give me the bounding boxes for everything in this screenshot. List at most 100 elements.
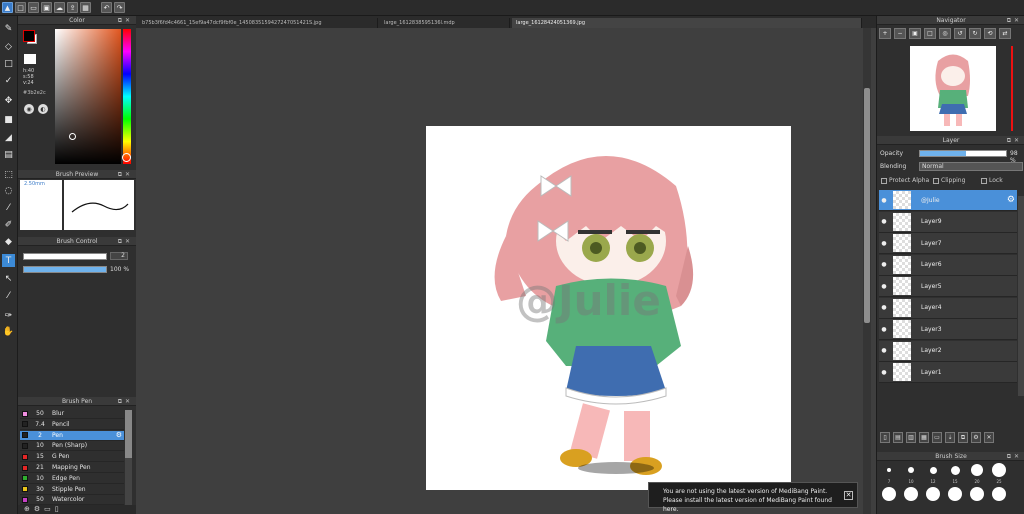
brush-settings-icon[interactable]: ⚙	[34, 505, 40, 514]
visibility-icon[interactable]: ●	[879, 347, 889, 354]
brush-item[interactable]: 50 Blur	[20, 409, 124, 419]
brush-size-preset[interactable]	[948, 487, 962, 501]
layer-scrollbar[interactable]	[1018, 196, 1024, 396]
canvas-scroll-thumb[interactable]	[864, 88, 870, 323]
layer-type-icon[interactable]: ▦	[919, 432, 929, 443]
duplicate-layer-icon[interactable]: ⧉	[958, 432, 968, 443]
protect-alpha-checkbox[interactable]: Protect Alpha	[881, 177, 929, 184]
brush-list-scroll-thumb[interactable]	[125, 410, 132, 458]
divide-tool-icon[interactable]: ✑	[2, 309, 15, 322]
document-tab[interactable]: large_1612838595136l.mdp	[380, 18, 510, 28]
brush-size-preset[interactable]	[992, 487, 1006, 501]
folder-icon[interactable]: ▭	[44, 505, 51, 514]
gear-icon[interactable]: ⚙	[116, 431, 122, 439]
brush-item[interactable]: 50 Watercolor	[20, 495, 124, 506]
new-layer-icon[interactable]: ▯	[880, 432, 890, 443]
brush-item[interactable]: 15 G Pen	[20, 452, 124, 463]
visibility-icon[interactable]: ●	[879, 369, 889, 376]
select-rect-tool-icon[interactable]: □	[2, 57, 15, 70]
visibility-icon[interactable]: ●	[879, 197, 889, 204]
lasso-tool-icon[interactable]: ⬚	[2, 168, 15, 181]
brush-item[interactable]: 2 Pen ⚙	[20, 430, 124, 441]
layer-row[interactable]: ● @Julie ⚙	[879, 190, 1017, 211]
hand-tool-icon[interactable]: ✋	[2, 325, 15, 338]
new-8bit-layer-icon[interactable]: ▥	[906, 432, 916, 443]
panel-window-icons[interactable]: ⧉✕	[1007, 137, 1022, 145]
eraser-tool-icon[interactable]: ◇	[2, 40, 15, 53]
flip-icon[interactable]: ⇄	[999, 28, 1011, 39]
layer-row[interactable]: ● Layer1	[879, 362, 1017, 383]
brush-size-preset[interactable]	[908, 467, 914, 473]
drawing-canvas[interactable]: @Julie	[426, 126, 791, 490]
brush-size-preset[interactable]	[970, 487, 984, 501]
saturation-value-picker[interactable]	[55, 29, 121, 164]
lasso-free-tool-icon[interactable]: ◌	[2, 184, 15, 197]
foreground-color-swatch[interactable]	[23, 30, 35, 42]
brush-size-slider[interactable]	[23, 253, 107, 260]
add-brush-icon[interactable]: ⊕	[24, 505, 30, 514]
brush-item[interactable]: 10 Pen (Sharp)	[20, 441, 124, 452]
brush-item[interactable]: 21 Mapping Pen	[20, 463, 124, 473]
rotate-right-icon[interactable]: ↻	[969, 28, 981, 39]
panel-window-icons[interactable]: ⧉✕	[1007, 453, 1022, 461]
panel-window-icons[interactable]: ⧉✕	[118, 171, 133, 179]
app-icon[interactable]: ▲	[2, 2, 13, 13]
fill-rect-tool-icon[interactable]: ■	[2, 113, 15, 126]
layer-row[interactable]: ● Layer7	[879, 233, 1017, 254]
rotate-reset-icon[interactable]: ⟲	[984, 28, 996, 39]
visibility-icon[interactable]: ●	[879, 218, 889, 225]
visibility-icon[interactable]: ●	[879, 261, 889, 268]
panel-window-icons[interactable]: ⧉✕	[1007, 17, 1022, 25]
open-icon[interactable]: ▭	[28, 2, 39, 13]
brush-size-preset[interactable]	[882, 487, 896, 501]
lock-checkbox[interactable]: Lock	[981, 177, 1003, 184]
panel-window-icons[interactable]: ⧉✕	[118, 238, 133, 246]
brush-size-preset[interactable]	[992, 463, 1006, 477]
redo-icon[interactable]: ↷	[114, 2, 125, 13]
grid-icon[interactable]: ▦	[80, 2, 91, 13]
brush-size-preset[interactable]	[887, 468, 891, 472]
actual-size-icon[interactable]: □	[924, 28, 936, 39]
brush-tool-icon[interactable]: ✎	[2, 22, 15, 35]
panel-window-icons[interactable]: ⧉✕	[118, 398, 133, 406]
brush-size-value[interactable]: 2	[110, 252, 128, 260]
operation-tool-icon[interactable]: ↖	[2, 272, 15, 285]
clipping-checkbox[interactable]: Clipping	[933, 177, 965, 184]
layer-opacity-slider[interactable]	[919, 150, 1007, 157]
share-icon[interactable]: ⇪	[67, 2, 78, 13]
canvas-area[interactable]: @Julie You are not using the latest vers…	[136, 28, 876, 514]
brush-size-preset[interactable]	[950, 465, 960, 475]
delete-layer-icon[interactable]: ✕	[984, 432, 994, 443]
brush-size-preset[interactable]	[929, 466, 937, 474]
update-notice[interactable]: You are not using the latest version of …	[648, 482, 858, 513]
layer-row[interactable]: ● Layer2	[879, 340, 1017, 362]
hue-slider[interactable]	[123, 29, 131, 164]
select-magic-tool-icon[interactable]: ✓	[2, 74, 15, 87]
document-tab[interactable]: large_16128424051369.jpg	[512, 18, 862, 28]
document-tab[interactable]: b75b3f6fd4c4661_15ef9a47dcf9fbf0e_145083…	[138, 18, 378, 28]
gear-icon[interactable]: ⚙	[1007, 195, 1015, 205]
white-swatch[interactable]	[24, 54, 36, 64]
palette-icon[interactable]: ◉	[24, 104, 34, 114]
brush-size-preset[interactable]	[971, 464, 983, 476]
save-icon[interactable]: ▣	[41, 2, 52, 13]
text-tool-icon[interactable]: T	[2, 254, 15, 267]
layer-properties-icon[interactable]: ⚙	[971, 432, 981, 443]
visibility-icon[interactable]: ●	[879, 240, 889, 247]
select-pen-tool-icon[interactable]: ✐	[2, 218, 15, 231]
trash-icon[interactable]: ▯	[55, 505, 59, 514]
layer-row[interactable]: ● Layer3	[879, 319, 1017, 340]
navigator-thumbnail[interactable]	[910, 46, 996, 131]
gradient-tool-icon[interactable]: ▤	[2, 148, 15, 161]
visibility-icon[interactable]: ●	[879, 304, 889, 311]
zoom-reset-icon[interactable]: ◎	[939, 28, 951, 39]
folder-icon[interactable]: ▭	[932, 432, 942, 443]
visibility-icon[interactable]: ●	[879, 283, 889, 290]
close-icon[interactable]: ✕	[844, 491, 853, 500]
new-icon[interactable]: □	[15, 2, 26, 13]
panel-window-icons[interactable]: ⧉✕	[118, 17, 133, 25]
undo-icon[interactable]: ↶	[101, 2, 112, 13]
brush-size-preset[interactable]	[904, 487, 918, 501]
visibility-icon[interactable]: ●	[879, 326, 889, 333]
merge-down-icon[interactable]: ⇣	[945, 432, 955, 443]
